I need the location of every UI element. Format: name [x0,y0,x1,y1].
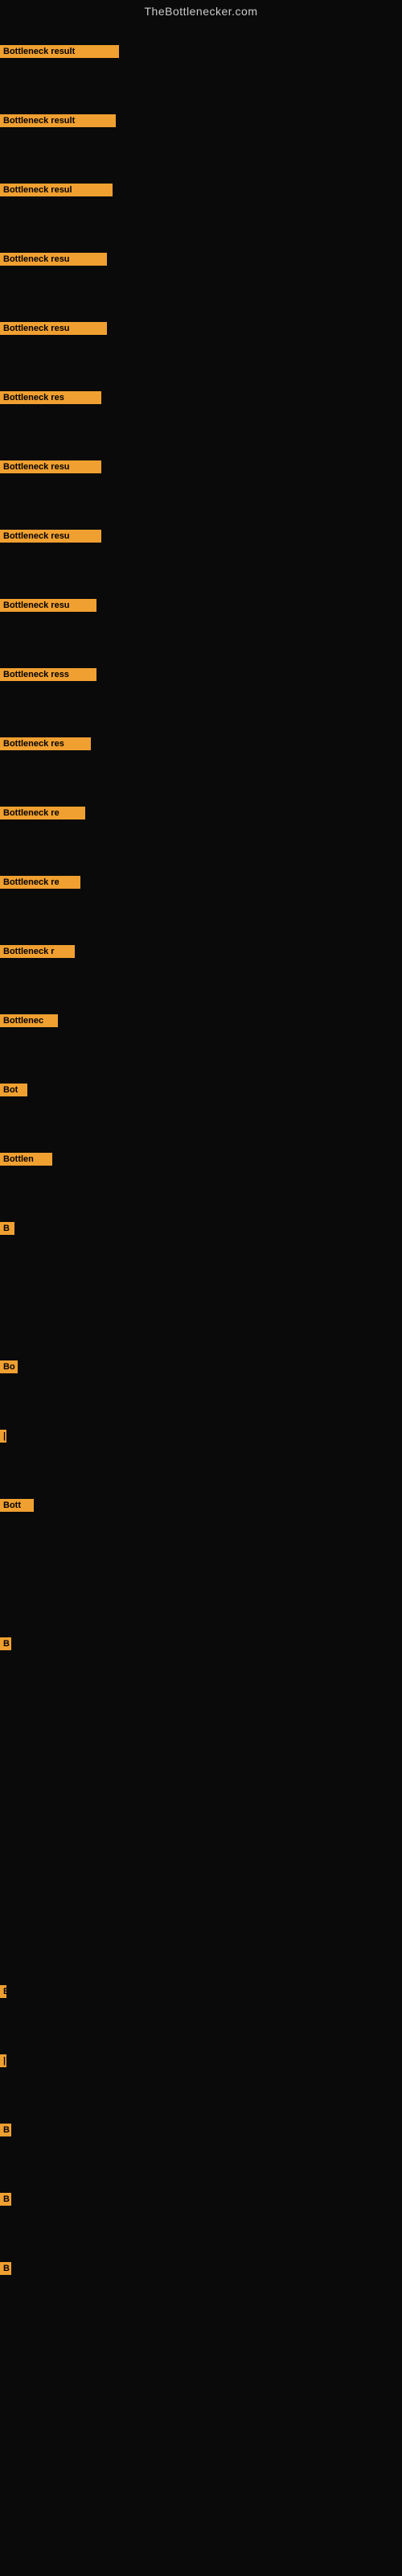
bottleneck-label-5: Bottleneck res [0,391,101,404]
bottleneck-item-15: Bot [0,1084,27,1096]
site-title: TheBottlenecker.com [0,0,402,23]
bottleneck-label-17: B [0,1222,14,1235]
bottleneck-label-9: Bottleneck ress [0,668,96,681]
bottleneck-label-7: Bottleneck resu [0,530,101,543]
bottleneck-label-6: Bottleneck resu [0,460,101,473]
bottleneck-label-24: B [0,2124,11,2136]
bottleneck-label-13: Bottleneck r [0,945,75,958]
bottleneck-label-0: Bottleneck result [0,45,119,58]
bottleneck-item-14: Bottlenec [0,1014,58,1027]
bottleneck-item-24: B [0,2124,11,2136]
bottleneck-item-25: B [0,2193,11,2206]
bottleneck-label-12: Bottleneck re [0,876,80,889]
bottleneck-item-0: Bottleneck result [0,45,119,58]
bottleneck-label-25: B [0,2193,11,2206]
bottleneck-item-10: Bottleneck res [0,737,91,750]
bottleneck-label-21: B [0,1637,11,1650]
bottleneck-item-12: Bottleneck re [0,876,80,889]
bottleneck-label-2: Bottleneck resul [0,184,113,196]
bottleneck-item-13: Bottleneck r [0,945,75,958]
bottleneck-label-15: Bot [0,1084,27,1096]
bottleneck-label-26: B [0,2262,11,2275]
bottleneck-label-14: Bottlenec [0,1014,58,1027]
bottleneck-item-4: Bottleneck resu [0,322,107,335]
bottleneck-item-26: B [0,2262,11,2275]
bottleneck-item-11: Bottleneck re [0,807,85,819]
bottleneck-item-6: Bottleneck resu [0,460,101,473]
bottleneck-label-3: Bottleneck resu [0,253,107,266]
bottleneck-item-22: B [0,1985,6,1998]
bottleneck-label-11: Bottleneck re [0,807,85,819]
bottleneck-item-20: Bott [0,1499,34,1512]
bottleneck-label-18: Bo [0,1360,18,1373]
bottleneck-label-4: Bottleneck resu [0,322,107,335]
bottleneck-label-10: Bottleneck res [0,737,91,750]
bottleneck-label-23: | [0,2054,6,2067]
bottleneck-label-8: Bottleneck resu [0,599,96,612]
bottleneck-label-20: Bott [0,1499,34,1512]
bottleneck-label-1: Bottleneck result [0,114,116,127]
bottleneck-item-3: Bottleneck resu [0,253,107,266]
bottleneck-item-21: B [0,1637,11,1650]
bottleneck-label-22: B [0,1985,6,1998]
bottleneck-item-1: Bottleneck result [0,114,116,127]
bottleneck-item-8: Bottleneck resu [0,599,96,612]
bottleneck-label-16: Bottlen [0,1153,52,1166]
bottleneck-item-9: Bottleneck ress [0,668,96,681]
bottleneck-item-23: | [0,2054,6,2067]
bottleneck-item-7: Bottleneck resu [0,530,101,543]
bottleneck-item-18: Bo [0,1360,18,1373]
bottleneck-label-19: | [0,1430,6,1443]
bottleneck-item-2: Bottleneck resul [0,184,113,196]
bottleneck-item-19: | [0,1430,6,1443]
bottleneck-item-17: B [0,1222,14,1235]
bottleneck-item-5: Bottleneck res [0,391,101,404]
bottleneck-item-16: Bottlen [0,1153,52,1166]
